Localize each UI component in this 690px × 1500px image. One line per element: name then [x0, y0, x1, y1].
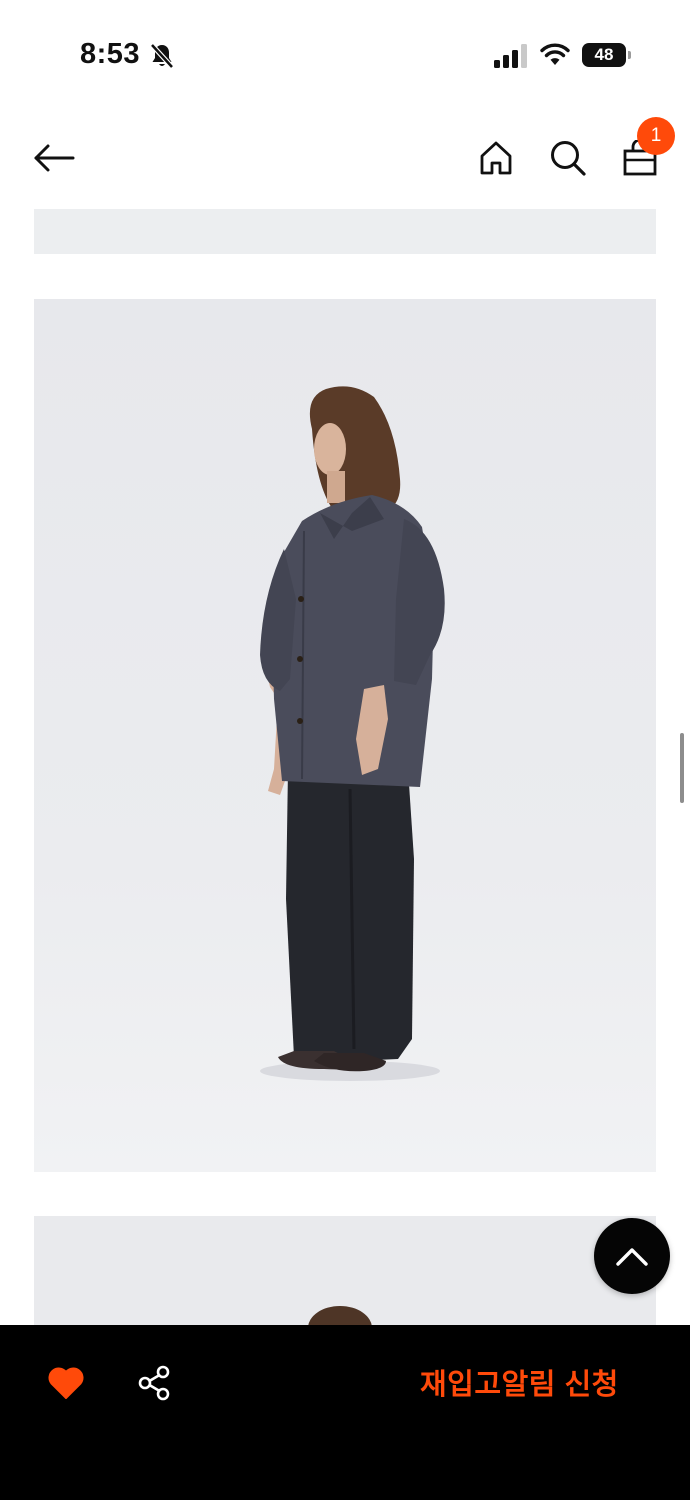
restock-alert-button[interactable]: 재입고알림 신청	[420, 1363, 619, 1407]
battery-level: 48	[582, 43, 626, 67]
home-button[interactable]	[472, 134, 520, 182]
home-icon	[480, 141, 512, 175]
search-button[interactable]	[544, 134, 592, 182]
scrollbar[interactable]	[680, 733, 684, 803]
chevron-up-icon	[616, 1248, 648, 1266]
status-bar: 8:53 48	[0, 0, 690, 110]
cart-count-badge: 1	[637, 117, 675, 155]
heart-icon	[48, 1367, 84, 1399]
product-image	[34, 299, 656, 1172]
battery-tip	[628, 51, 631, 59]
wifi-icon	[539, 43, 571, 67]
share-icon	[138, 1365, 170, 1401]
battery-icon: 48	[582, 43, 632, 67]
model-illustration	[260, 386, 445, 1081]
next-model-head	[308, 1306, 372, 1326]
back-button[interactable]	[30, 134, 78, 182]
like-button[interactable]	[44, 1361, 88, 1405]
search-icon	[551, 141, 586, 176]
share-button[interactable]	[132, 1361, 176, 1405]
scroll-to-top-button[interactable]	[594, 1218, 670, 1294]
status-time: 8:53	[80, 38, 141, 70]
cellular-signal-icon	[494, 44, 528, 68]
product-image-next	[34, 1216, 656, 1326]
back-arrow-icon	[34, 144, 75, 172]
top-navigation-bar	[0, 110, 690, 206]
bottom-action-bar: 재입고알림 신청	[0, 1325, 690, 1500]
bell-slash-icon	[150, 43, 174, 69]
product-image-previous	[34, 209, 656, 254]
